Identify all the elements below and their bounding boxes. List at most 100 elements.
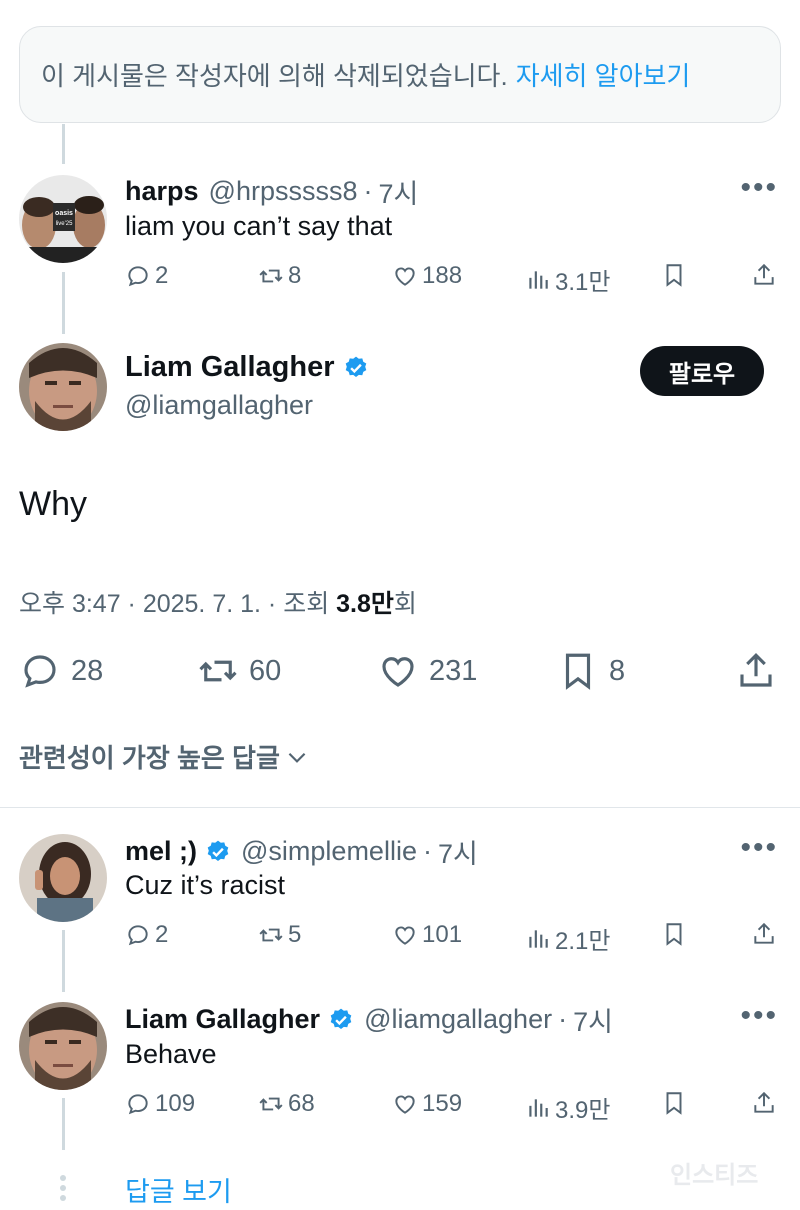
bookmark-button[interactable]: [661, 921, 691, 947]
more-options-icon[interactable]: •••: [740, 173, 778, 203]
show-replies-link[interactable]: 답글 보기: [125, 1170, 232, 1209]
reply-button[interactable]: 109: [125, 1090, 195, 1118]
svg-text:oasis: oasis: [55, 210, 73, 217]
main-author-name[interactable]: Liam Gallagher: [125, 351, 369, 384]
reply1-like-count: 188: [422, 262, 463, 289]
verified-badge-icon: [207, 840, 229, 861]
main-like-button[interactable]: 231: [377, 650, 477, 692]
main-share-button[interactable]: [735, 650, 787, 692]
heart-icon: [382, 657, 414, 687]
main-reply-button[interactable]: 28: [19, 650, 103, 692]
share-icon: [754, 263, 774, 285]
deleted-notice-text: 이 게시물은 작성자에 의해 삭제되었습니다.: [41, 61, 508, 91]
main-tweet-views: 3.8만: [336, 590, 394, 618]
bookmark-icon: [666, 1092, 682, 1115]
deleted-post-notice: 이 게시물은 작성자에 의해 삭제되었습니다. 자세히 알아보기: [19, 26, 781, 123]
reply2-like-count: 101: [422, 921, 463, 948]
thread-continuation-dots: [58, 1175, 68, 1205]
reply2-text: Cuz it’s racist: [125, 870, 286, 900]
reply-button[interactable]: 2: [125, 262, 168, 290]
reply2-header: mel ;) @simplemellie · 7시: [125, 832, 478, 871]
main-bookmark-button[interactable]: 8: [557, 650, 625, 692]
reply-icon: [128, 1094, 148, 1115]
chevron-down-icon: [288, 752, 306, 763]
main-author-handle[interactable]: @liamgallagher: [125, 390, 313, 421]
views-icon: [529, 929, 548, 948]
repost-button[interactable]: 5: [258, 921, 301, 949]
repost-button[interactable]: 8: [258, 262, 301, 290]
reply3-time[interactable]: 7시: [573, 1000, 613, 1039]
bookmark-icon: [666, 264, 682, 287]
reply3-view-count: 3.9만: [555, 1097, 611, 1124]
verified-badge-icon: [330, 1008, 352, 1029]
reply3-header: Liam Gallagher @liamgallagher · 7시: [125, 1000, 613, 1039]
repost-icon: [259, 1097, 283, 1111]
bookmark-button[interactable]: [661, 1090, 691, 1116]
main-reply-count: 28: [71, 654, 104, 687]
follow-button[interactable]: 팔로우: [640, 346, 764, 396]
share-button[interactable]: [751, 921, 781, 947]
main-tweet-timestamp[interactable]: 오후 3:47 · 2025. 7. 1. · 조회: [19, 590, 336, 618]
reply-sort-dropdown[interactable]: 관련성이 가장 높은 답글: [19, 738, 310, 775]
repost-icon: [199, 660, 237, 682]
like-button[interactable]: 101: [392, 921, 462, 949]
like-button[interactable]: 188: [392, 262, 462, 290]
verified-badge-icon: [345, 356, 366, 377]
repost-icon: [259, 269, 283, 283]
watermark: 인스티즈: [670, 1162, 759, 1189]
main-tweet-meta: 오후 3:47 · 2025. 7. 1. · 조회 3.8만회: [19, 590, 417, 618]
avatar-mel[interactable]: [19, 834, 107, 922]
reply2-time[interactable]: 7시: [438, 832, 478, 871]
reply1-header: harps @hrpsssss8 · 7시: [125, 172, 418, 211]
main-repost-button[interactable]: 60: [197, 650, 281, 692]
views-icon: [529, 1098, 548, 1117]
reply-icon: [128, 925, 148, 946]
reply3-action-bar: 109 68 159 3.9만: [125, 1090, 780, 1126]
reply2-handle[interactable]: @simplemellie: [241, 836, 417, 867]
views-button[interactable]: 3.9만: [525, 1090, 610, 1125]
bookmark-icon: [565, 653, 591, 690]
heart-icon: [395, 1095, 415, 1114]
reply1-reply-count: 2: [155, 262, 169, 289]
share-icon: [754, 1091, 774, 1113]
share-icon: [754, 922, 774, 944]
views-button[interactable]: 3.1만: [525, 262, 610, 297]
share-button[interactable]: [751, 262, 781, 288]
learn-more-link[interactable]: 자세히 알아보기: [516, 56, 691, 93]
views-icon: [529, 270, 548, 289]
main-tweet-text: Why: [19, 485, 87, 523]
main-tweet-action-bar: 28 60 231 8: [19, 650, 781, 694]
heart-icon: [395, 267, 415, 286]
like-button[interactable]: 159: [392, 1090, 462, 1118]
svg-text:live'25: live'25: [56, 221, 73, 227]
share-button[interactable]: [751, 1090, 781, 1116]
reply1-author-name[interactable]: harps: [125, 176, 199, 207]
reply3-handle[interactable]: @liamgallagher: [364, 1004, 552, 1035]
repost-button[interactable]: 68: [258, 1090, 315, 1118]
reply2-reply-count: 2: [155, 921, 169, 948]
reply-button[interactable]: 2: [125, 921, 168, 949]
reply3-text: Behave: [125, 1039, 217, 1069]
divider: [0, 807, 800, 808]
reply1-view-count: 3.1만: [555, 269, 611, 296]
reply2-view-count: 2.1만: [555, 928, 611, 955]
avatar-liam-gallagher[interactable]: [19, 343, 107, 431]
bookmark-button[interactable]: [661, 262, 691, 288]
avatar-harps[interactable]: oasis live'25: [19, 175, 107, 263]
views-button[interactable]: 2.1만: [525, 921, 610, 956]
main-like-count: 231: [429, 654, 478, 687]
reply3-repost-count: 68: [288, 1090, 315, 1117]
reply3-author-name[interactable]: Liam Gallagher: [125, 1004, 320, 1035]
reply1-handle[interactable]: @hrpsssss8: [209, 176, 358, 207]
thread-line: [62, 124, 65, 164]
more-options-icon[interactable]: •••: [740, 1001, 778, 1031]
reply3-like-count: 159: [422, 1090, 463, 1117]
reply1-time[interactable]: 7시: [378, 172, 418, 211]
avatar-liam-gallagher[interactable]: [19, 1002, 107, 1090]
sort-label: 관련성이 가장 높은 답글: [19, 743, 280, 773]
heart-icon: [395, 926, 415, 945]
thread-line: [62, 1098, 65, 1150]
main-repost-count: 60: [249, 654, 282, 687]
more-options-icon[interactable]: •••: [740, 833, 778, 863]
reply2-author-name[interactable]: mel ;): [125, 836, 197, 867]
